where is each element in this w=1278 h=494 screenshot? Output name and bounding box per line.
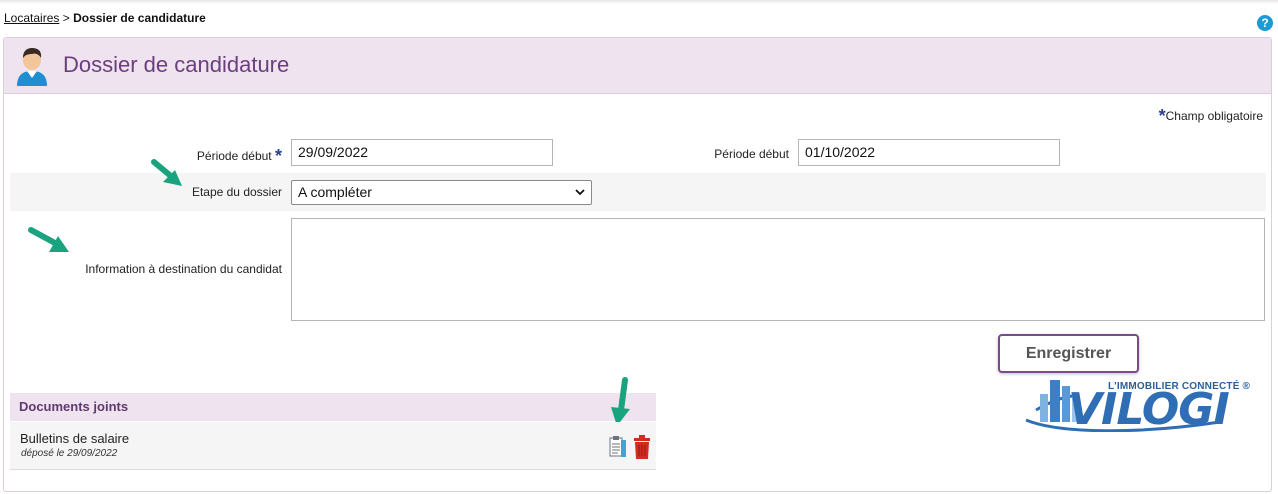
chevron-down-icon	[575, 189, 585, 196]
mandatory-text: Champ obligatoire	[1165, 109, 1263, 123]
document-view-icon[interactable]	[608, 435, 628, 459]
document-date: déposé le 29/09/2022	[21, 448, 118, 459]
breadcrumb: Locataires > Dossier de candidature	[4, 11, 206, 25]
page-title: Dossier de candidature	[63, 52, 290, 77]
documents-header: Documents joints	[10, 393, 656, 421]
breadcrumb-link-locataires[interactable]: Locataires	[4, 11, 59, 25]
required-star: *	[274, 146, 282, 166]
panel-header: Dossier de candidature	[4, 38, 1271, 94]
top-shadow	[0, 0, 1278, 4]
document-name: Bulletins de salaire	[20, 431, 130, 446]
etape-select-value: A compléter	[298, 184, 372, 200]
breadcrumb-current: Dossier de candidature	[73, 11, 206, 25]
document-row: Bulletins de salaire déposé le 29/09/202…	[10, 422, 656, 470]
trash-icon[interactable]	[632, 434, 652, 460]
periode-debut-2-label: Période début	[714, 147, 789, 161]
mandatory-star: *	[1158, 106, 1166, 126]
logo-name: VILOGI	[1068, 384, 1230, 435]
breadcrumb-separator: >	[62, 11, 70, 25]
etape-label: Etape du dossier	[191, 185, 282, 199]
information-label: Information à destination du candidat	[85, 262, 282, 276]
annotation-arrow-icon	[28, 227, 69, 252]
etape-select[interactable]: A compléter	[291, 180, 592, 205]
user-avatar-icon	[17, 48, 47, 86]
periode-debut-label-text: Période début	[196, 149, 272, 163]
periode-debut-2-input[interactable]: 01/10/2022	[798, 139, 1060, 166]
annotation-arrow-icon	[151, 159, 182, 186]
annotation-arrow-icon	[611, 377, 630, 426]
information-textarea[interactable]	[291, 218, 1265, 321]
periode-debut-input[interactable]: 29/09/2022	[291, 139, 553, 166]
mandatory-note: *Champ obligatoire	[1159, 106, 1263, 127]
save-button[interactable]: Enregistrer	[998, 334, 1139, 373]
help-icon[interactable]: ?	[1257, 15, 1273, 31]
